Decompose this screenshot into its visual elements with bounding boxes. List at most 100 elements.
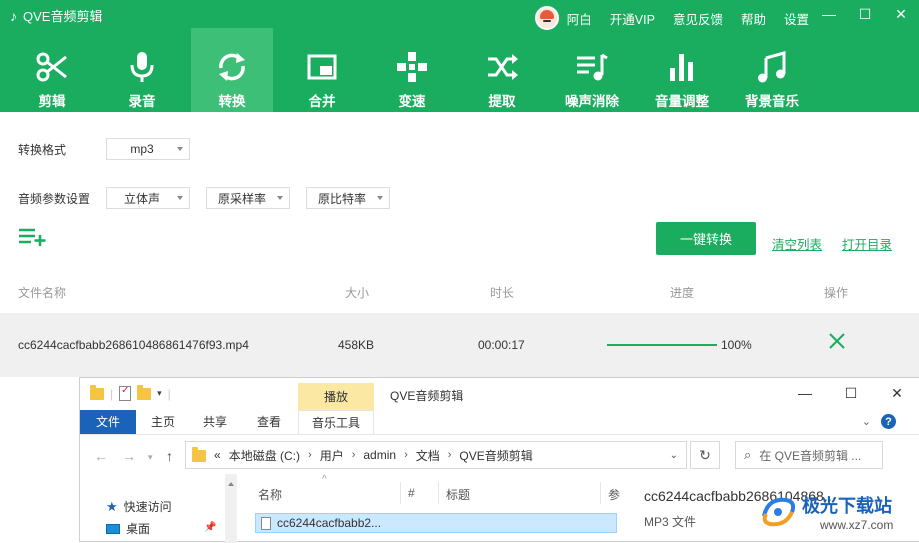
col-track-number[interactable]: # bbox=[408, 486, 415, 500]
up-arrow-icon[interactable]: ↑ bbox=[166, 448, 173, 464]
nav-item-label: 桌面 bbox=[126, 522, 151, 536]
breadcrumb-admin[interactable]: admin bbox=[363, 448, 396, 462]
file-duration: 00:00:17 bbox=[478, 338, 525, 352]
tab-music-tools[interactable]: 音乐工具 bbox=[298, 410, 374, 434]
explorer-maximize-button[interactable]: ☐ bbox=[828, 378, 874, 408]
chevron-down-icon[interactable]: ⌄ bbox=[670, 450, 678, 461]
watermark-swirl-icon bbox=[762, 497, 796, 527]
scroll-up-icon[interactable] bbox=[228, 482, 234, 486]
tool-bgm[interactable]: 背景音乐 bbox=[731, 28, 813, 112]
table-row[interactable]: cc6244cacfbabb268610486861476f93.mp4 458… bbox=[0, 313, 919, 377]
open-folder-link[interactable]: 打开目录 bbox=[842, 234, 892, 253]
pin-icon[interactable]: 📌 bbox=[204, 522, 216, 533]
new-folder-icon[interactable] bbox=[137, 384, 152, 400]
tab-home[interactable]: 主页 bbox=[138, 410, 188, 434]
back-arrow-icon[interactable]: ← bbox=[94, 448, 108, 464]
bitrate-select[interactable]: 原比特率 bbox=[306, 187, 390, 209]
app-title-text: QVE音频剪辑 bbox=[23, 9, 103, 24]
tool-cut[interactable]: 剪辑 bbox=[11, 28, 93, 112]
files-column-header: 名称 ^ # 标题 参 bbox=[252, 474, 622, 508]
avatar[interactable] bbox=[534, 6, 559, 30]
speed-icon bbox=[397, 52, 427, 82]
explorer-minimize-button[interactable]: — bbox=[782, 378, 828, 408]
music-note-icon bbox=[758, 51, 786, 83]
vip-link[interactable]: 开通VIP bbox=[610, 9, 655, 28]
delete-icon[interactable] bbox=[827, 331, 847, 351]
watermark-text: 极光下载站 bbox=[802, 496, 892, 516]
ribbon-right-controls: ⌄ ? bbox=[862, 414, 896, 429]
close-button[interactable]: ✕ bbox=[883, 0, 919, 28]
forward-arrow-icon[interactable]: → bbox=[122, 448, 136, 464]
help-icon[interactable]: ? bbox=[881, 414, 896, 429]
add-file-icon[interactable] bbox=[18, 227, 48, 247]
nav-desktop[interactable]: 桌面 bbox=[106, 520, 150, 537]
nav-scrollbar[interactable] bbox=[225, 474, 237, 543]
col-file-name[interactable]: 名称 bbox=[258, 486, 282, 503]
file-table-header: 文件名称 大小 时长 进度 操作 bbox=[0, 270, 919, 310]
explorer-close-button[interactable]: ✕ bbox=[874, 378, 919, 408]
chevron-right-icon[interactable]: › bbox=[308, 449, 312, 461]
chevron-right-icon[interactable]: › bbox=[404, 449, 408, 461]
convert-button[interactable]: 一键转换 bbox=[656, 222, 756, 255]
bitrate-value: 原比特率 bbox=[317, 191, 366, 206]
help-link[interactable]: 帮助 bbox=[741, 9, 766, 28]
format-value: mp3 bbox=[130, 142, 154, 156]
breadcrumb-users[interactable]: 用户 bbox=[320, 447, 344, 464]
tool-label: 转换 bbox=[218, 94, 246, 109]
volume-bars-icon bbox=[670, 54, 693, 81]
music-note-icon: ♪ bbox=[10, 7, 17, 24]
explorer-window-title: QVE音频剪辑 bbox=[390, 389, 464, 403]
tool-volume[interactable]: 音量调整 bbox=[641, 28, 723, 112]
channel-select[interactable]: 立体声 bbox=[106, 187, 190, 209]
format-label: 转换格式 bbox=[18, 143, 67, 157]
tool-speed[interactable]: 变速 bbox=[371, 28, 453, 112]
minimize-button[interactable]: — bbox=[811, 0, 847, 28]
recent-dropdown-icon[interactable]: ▾ bbox=[148, 452, 153, 463]
app-title: ♪ QVE音频剪辑 bbox=[10, 6, 102, 25]
play-context-tab[interactable]: 播放 bbox=[298, 383, 374, 410]
col-actions: 操作 bbox=[824, 286, 849, 300]
breadcrumb-drive[interactable]: 本地磁盘 (C:) bbox=[229, 447, 300, 464]
tool-extract[interactable]: 提取 bbox=[461, 28, 543, 112]
settings-link[interactable]: 设置 bbox=[784, 9, 809, 28]
tool-merge[interactable]: 合并 bbox=[281, 28, 363, 112]
tab-file[interactable]: 文件 bbox=[80, 410, 136, 434]
refresh-icon[interactable]: ↻ bbox=[690, 441, 720, 469]
chevron-right-icon[interactable]: › bbox=[352, 449, 356, 461]
maximize-button[interactable]: ☐ bbox=[847, 0, 883, 28]
properties-icon[interactable] bbox=[119, 385, 132, 401]
tool-noise[interactable]: 噪声消除 bbox=[551, 28, 633, 112]
samplerate-select[interactable]: 原采样率 bbox=[206, 187, 290, 209]
col-size: 大小 bbox=[345, 286, 370, 300]
chevron-right-icon[interactable]: › bbox=[448, 449, 452, 461]
breadcrumb-documents[interactable]: 文档 bbox=[416, 447, 440, 464]
microphone-icon bbox=[130, 52, 154, 82]
address-bar[interactable]: « 本地磁盘 (C:) › 用户 › admin › 文档 › QVE音频剪辑 … bbox=[185, 441, 687, 469]
clear-list-link[interactable]: 清空列表 bbox=[772, 234, 822, 253]
shuffle-icon bbox=[488, 54, 518, 80]
feedback-link[interactable]: 意见反馈 bbox=[673, 9, 723, 28]
col-more[interactable]: 参 bbox=[608, 486, 620, 503]
user-name[interactable]: 阿白 bbox=[567, 9, 592, 28]
tab-view[interactable]: 查看 bbox=[244, 410, 294, 434]
file-size: 458KB bbox=[338, 338, 375, 352]
tool-label: 音量调整 bbox=[655, 94, 709, 109]
nav-quick-access[interactable]: ★ 快速访问 bbox=[106, 498, 172, 515]
tool-record[interactable]: 录音 bbox=[101, 28, 183, 112]
search-box[interactable]: ⌕ 在 QVE音频剪辑 ... bbox=[735, 441, 883, 469]
qat-dropdown-icon[interactable]: ▾ bbox=[157, 388, 162, 399]
list-item[interactable]: cc6244cacfbabb2... bbox=[255, 513, 617, 533]
format-select[interactable]: mp3 bbox=[106, 138, 190, 160]
title-bar: ♪ QVE音频剪辑 阿白 开通VIP 意见反馈 帮助 设置 — ☐ ✕ bbox=[0, 0, 919, 30]
breadcrumb-current[interactable]: QVE音频剪辑 bbox=[459, 447, 532, 464]
app-header: ♪ QVE音频剪辑 阿白 开通VIP 意见反馈 帮助 设置 — ☐ ✕ 剪辑 录… bbox=[0, 0, 919, 112]
breadcrumb-overflow[interactable]: « bbox=[214, 448, 221, 462]
convert-settings: 转换格式 mp3 音频参数设置 立体声 原采样率 原比特率 一键转换 清空列表 … bbox=[0, 112, 919, 270]
chevron-down-icon bbox=[277, 196, 283, 200]
col-title[interactable]: 标题 bbox=[446, 486, 470, 503]
tab-share[interactable]: 共享 bbox=[190, 410, 240, 434]
tool-convert[interactable]: 转换 bbox=[191, 28, 273, 112]
file-name: cc6244cacfbabb268610486861476f93.mp4 bbox=[18, 338, 249, 352]
expand-ribbon-icon[interactable]: ⌄ bbox=[862, 415, 871, 428]
noise-icon bbox=[577, 53, 608, 81]
